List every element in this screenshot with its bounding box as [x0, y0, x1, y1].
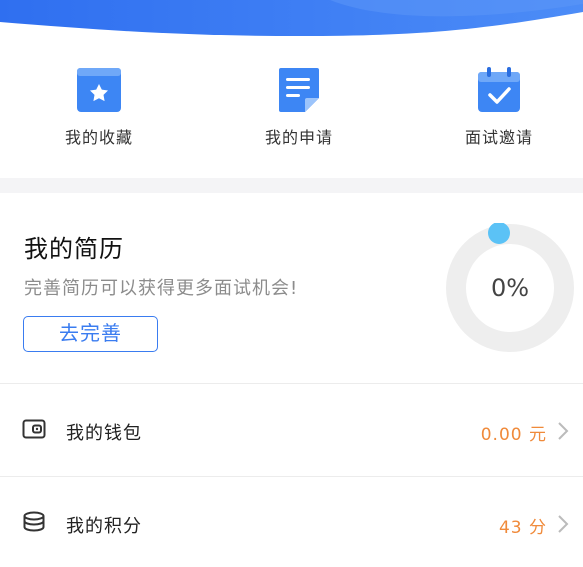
chevron-right-icon	[558, 422, 569, 440]
quick-action-label: 我的收藏	[64, 128, 133, 147]
wallet-icon	[22, 419, 46, 439]
calendar-check-icon	[478, 67, 520, 112]
header-banner	[0, 0, 583, 36]
resume-card: 我的简历 完善简历可以获得更多面试机会! 去完善 0%	[0, 193, 583, 383]
wallet-balance: 0.00 元	[480, 425, 547, 445]
complete-resume-button[interactable]: 去完善	[23, 316, 158, 352]
menu-item-points[interactable]: 我的积分 43 分	[0, 477, 583, 567]
resume-subtitle: 完善简历可以获得更多面试机会!	[24, 278, 299, 299]
bookmark-star-icon	[77, 68, 121, 112]
chevron-right-icon	[558, 515, 569, 533]
quick-action-label: 面试邀请	[464, 128, 533, 147]
menu-item-label: 我的积分	[66, 516, 142, 537]
menu-item-label: 我的钱包	[66, 423, 142, 444]
resume-title: 我的简历	[24, 235, 124, 263]
section-divider	[0, 178, 583, 193]
document-icon	[279, 68, 319, 112]
quick-actions: 我的收藏 我的申请 面试邀请	[0, 36, 583, 178]
coins-stack-icon	[23, 511, 45, 532]
menu-item-wallet[interactable]: 我的钱包 0.00 元	[0, 384, 583, 474]
quick-action-label: 我的申请	[264, 128, 333, 147]
quick-action-favorites[interactable]: 我的收藏	[29, 66, 169, 148]
quick-action-interviews[interactable]: 面试邀请	[429, 66, 569, 148]
resume-progress-ring: 0%	[445, 222, 575, 353]
quick-action-applications[interactable]: 我的申请	[229, 66, 369, 148]
points-balance: 43 分	[498, 518, 547, 538]
resume-progress-value: 0%	[490, 274, 530, 302]
